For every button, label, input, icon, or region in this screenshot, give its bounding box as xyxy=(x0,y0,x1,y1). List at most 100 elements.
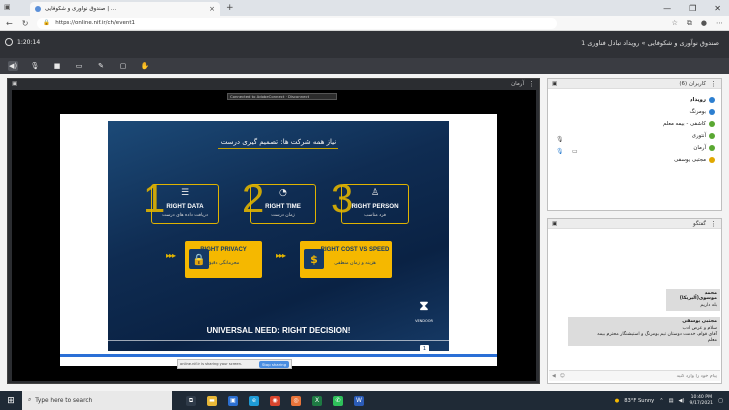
edge-icon[interactable]: e xyxy=(249,395,259,406)
slide-footer: UNIVERSAL NEED: RIGHT DECISION! xyxy=(206,326,351,335)
url-field[interactable]: 🔒 https://online.nif.ir/ch/event1 xyxy=(37,17,558,29)
raise-hand-icon[interactable]: ✋ xyxy=(140,61,150,71)
message-text: سلام و عرض ادب xyxy=(682,326,717,331)
volume-icon[interactable]: ◀) xyxy=(679,398,685,404)
notifications-icon[interactable]: ▢ xyxy=(718,398,723,404)
video-panel-menu-icon[interactable]: ⋮ xyxy=(528,80,535,88)
task-view-icon[interactable]: ⧉ xyxy=(186,395,196,406)
chat-panel-header: ▣ گفتگو ⋮ xyxy=(548,219,721,229)
close-window-button[interactable]: ✕ xyxy=(714,4,721,13)
folder-icon[interactable]: ▬ xyxy=(207,395,217,406)
screen-share-icon[interactable]: ▭ xyxy=(74,61,84,71)
windows-start-icon[interactable]: ⊞ xyxy=(0,391,22,410)
chat-panel-label: گفتگو xyxy=(693,220,706,227)
presentation-slide: نیاز همه شرکت ها: تصمیم گیری درست 1 ☰ RI… xyxy=(108,121,449,351)
chat-panel-menu-icon[interactable]: ⋮ xyxy=(710,220,717,228)
user-icon xyxy=(709,133,715,139)
room-title: صندوق نوآوری و شکوفایی » رویداد تبادل فن… xyxy=(581,39,719,47)
chrome-icon[interactable]: ◉ xyxy=(270,395,280,406)
slide-page-number: 1 xyxy=(420,345,429,351)
users-panel-window-icon[interactable]: ▣ xyxy=(552,81,557,87)
users-panel-menu-icon[interactable]: ⋮ xyxy=(710,80,717,88)
user-icon xyxy=(709,121,715,127)
url-text: https://online.nif.ir/ch/event1 xyxy=(55,20,135,26)
right-cost-box: $ RIGHT COST VS SPEED هزینه و زمان منطقی xyxy=(300,241,392,278)
maximize-button[interactable]: ❐ xyxy=(689,4,696,13)
excel-icon[interactable]: X xyxy=(312,395,322,406)
user-name: بومرنگ xyxy=(689,109,706,115)
firefox-icon[interactable]: ◎ xyxy=(291,395,301,406)
browser-tab-bar: ▣ صندوق نوآوری و شکوفایی | ... × + — ❐ ✕ xyxy=(0,0,729,16)
message-text: آقای قوام، خدمت دوستان تیم بومرنگ و استی… xyxy=(597,332,717,337)
weather-icon: ● xyxy=(614,397,620,404)
vendoor-logo-icon: ⧗ xyxy=(419,299,429,314)
user-row[interactable]: رویداد xyxy=(690,97,715,103)
speaker-icon[interactable]: ◀) xyxy=(8,61,18,71)
favicon-icon xyxy=(35,6,41,12)
emoji-icon[interactable]: ☺ xyxy=(560,374,565,379)
network-icon[interactable]: ▤ xyxy=(669,398,674,404)
right-person-subtitle: فرد مناسب xyxy=(364,213,386,218)
pen-icon[interactable]: ✎ xyxy=(96,61,106,71)
taskbar-clock[interactable]: 10:40 PM 9/17/2021 xyxy=(690,395,714,406)
send-icon[interactable]: ◀ xyxy=(552,374,556,379)
right-person-title: RIGHT PERSON xyxy=(351,203,399,210)
clock-time: 10:40 PM xyxy=(690,395,713,400)
chat-panel-window-icon[interactable]: ▣ xyxy=(552,221,557,227)
share-notice-text: Connected to AdobeConnect · Disconnect xyxy=(230,94,310,99)
word-icon[interactable]: W xyxy=(354,395,364,406)
sharing-control-bar: online.nif.ir is sharing your screen. St… xyxy=(177,359,292,369)
tray-chevron-icon[interactable]: ⌃ xyxy=(659,398,663,404)
user-icon xyxy=(709,145,715,151)
user-row[interactable]: کاشفی - بیمه معلم xyxy=(663,121,715,127)
person-icon: ♙ xyxy=(371,188,380,198)
right-privacy-title: RIGHT PRIVACY xyxy=(200,247,247,253)
app-toolbar: ◀) 🎙 ■ ▭ ✎ ▢ ✋ xyxy=(0,58,729,74)
user-icon xyxy=(709,97,715,103)
file-icon[interactable]: ▢ xyxy=(118,61,128,71)
menu-icon[interactable]: ⋯ xyxy=(716,19,723,28)
user-row[interactable]: آرمان xyxy=(693,145,715,151)
window-controls: — ❐ ✕ xyxy=(663,4,729,13)
browser-actions: ☆ ⧉ ● ⋯ xyxy=(672,19,723,28)
video-panel-window-icon[interactable]: ▣ xyxy=(12,81,17,87)
lock-icon: 🔒 xyxy=(43,20,51,26)
close-tab-icon[interactable]: × xyxy=(209,5,215,13)
store-icon[interactable]: ▣ xyxy=(228,395,238,406)
search-icon: ⌕ xyxy=(28,397,32,403)
microphone-icon[interactable]: 🎙 xyxy=(30,61,40,71)
star-icon[interactable]: ☆ xyxy=(672,19,678,28)
screen-share-icon: ▭ xyxy=(572,148,578,155)
back-icon[interactable]: ← xyxy=(6,19,13,28)
message-text: بله داریم xyxy=(700,303,717,308)
chat-panel: ▣ گفتگو ⋮ محمد موسوی(آلیریکا) بله داریم … xyxy=(547,218,722,384)
sharing-text: online.nif.ir is sharing your screen. xyxy=(180,362,242,366)
new-tab-icon[interactable]: + xyxy=(226,3,234,13)
users-panel-label: کاربران (6) xyxy=(679,80,706,87)
minimize-button[interactable]: — xyxy=(663,4,671,13)
chat-input[interactable] xyxy=(568,373,717,379)
refresh-icon[interactable]: ↻ xyxy=(22,19,29,28)
tab-title: صندوق نوآوری و شکوفایی | ... xyxy=(45,6,117,12)
profile-icon[interactable]: ● xyxy=(701,19,707,28)
right-time-subtitle: زمان درست xyxy=(271,213,295,218)
stop-sharing-button[interactable]: Stop sharing xyxy=(259,360,289,368)
user-name: آرمان xyxy=(693,145,706,151)
browser-tab[interactable]: صندوق نوآوری و شکوفایی | ... × xyxy=(30,2,220,16)
whatsapp-icon[interactable]: ✆ xyxy=(333,395,343,406)
slide-title-underline xyxy=(218,148,338,149)
taskbar-search-text: Type here to search xyxy=(35,397,93,404)
collections-icon[interactable]: ⧉ xyxy=(687,19,692,28)
right-cost-title: RIGHT COST VS SPEED xyxy=(320,247,390,253)
user-row[interactable]: مجتبی یوسفی xyxy=(674,157,715,163)
taskbar-search[interactable]: ⌕ Type here to search xyxy=(22,391,172,410)
right-data-box: ☰ RIGHT DATA دریافت داده های درست xyxy=(151,184,219,224)
right-privacy-subtitle: محرمانگی دقیق xyxy=(207,261,240,266)
video-area: Connected to AdobeConnect · Disconnect ن… xyxy=(12,90,536,381)
user-row[interactable]: بومرنگ xyxy=(690,109,715,115)
camera-icon[interactable]: ■ xyxy=(52,61,62,71)
tab-actions-icon[interactable]: ▣ xyxy=(4,3,11,11)
user-row[interactable]: آنتوری xyxy=(692,133,715,139)
right-data-subtitle: دریافت داده های درست xyxy=(162,213,208,218)
right-time-title: RIGHT TIME xyxy=(265,203,301,210)
